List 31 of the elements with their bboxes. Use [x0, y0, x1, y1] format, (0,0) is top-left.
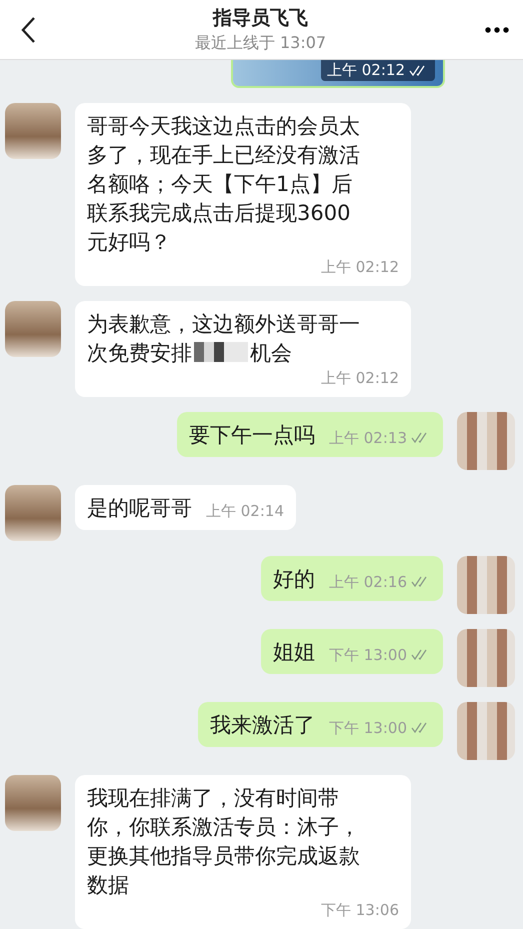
message-time: 上午 02:16: [315, 572, 431, 592]
message-time: 上午 02:12: [320, 368, 399, 388]
back-icon[interactable]: [20, 16, 36, 44]
message-text: 是的呢哥哥: [87, 495, 192, 522]
message-text: 为表歉意，这边额外送哥哥一次免费安排 机会: [87, 311, 361, 367]
avatar-placeholder[interactable]: [457, 629, 515, 687]
message-time: 上午 02:12: [321, 60, 435, 81]
avatar-placeholder[interactable]: [457, 412, 515, 470]
avatar-placeholder[interactable]: [5, 485, 61, 541]
message-time: 下午 13:00: [315, 645, 431, 665]
message-text: 我现在排满了，没有时间带你，你联系激活专员：沐子，更换其他指导员带你完成返款数据: [87, 785, 361, 899]
message-text: 我来激活了: [210, 712, 315, 739]
message-time: 上午 02:12: [320, 257, 399, 277]
mosaic-redaction: [194, 342, 248, 362]
more-icon[interactable]: [485, 26, 509, 32]
avatar-placeholder[interactable]: [5, 103, 61, 159]
chat-title: 指导员飞飞: [213, 6, 308, 31]
avatar-placeholder[interactable]: [457, 556, 515, 614]
avatar-placeholder[interactable]: [457, 702, 515, 760]
last-seen-status: 最近上线于 13:07: [194, 33, 326, 54]
message-text: 要下午一点吗: [189, 422, 315, 449]
photo-message[interactable]: 上午 02:12: [231, 60, 445, 88]
message-text: 姐姐: [273, 639, 315, 666]
message-time: 下午 13:06: [320, 900, 399, 920]
message-time: 上午 02:14: [205, 501, 284, 521]
message-time: 上午 02:13: [315, 428, 431, 448]
message-time: 下午 13:00: [315, 718, 431, 738]
avatar-placeholder[interactable]: [5, 301, 61, 357]
avatar-placeholder[interactable]: [5, 775, 61, 831]
message-text: 哥哥今天我这边点击的会员太多了，现在手上已经没有激活名额咯；今天【下午1点】后联系我完成点击后提现3600元好吗？: [87, 113, 361, 256]
message-text: 好的: [273, 566, 315, 593]
